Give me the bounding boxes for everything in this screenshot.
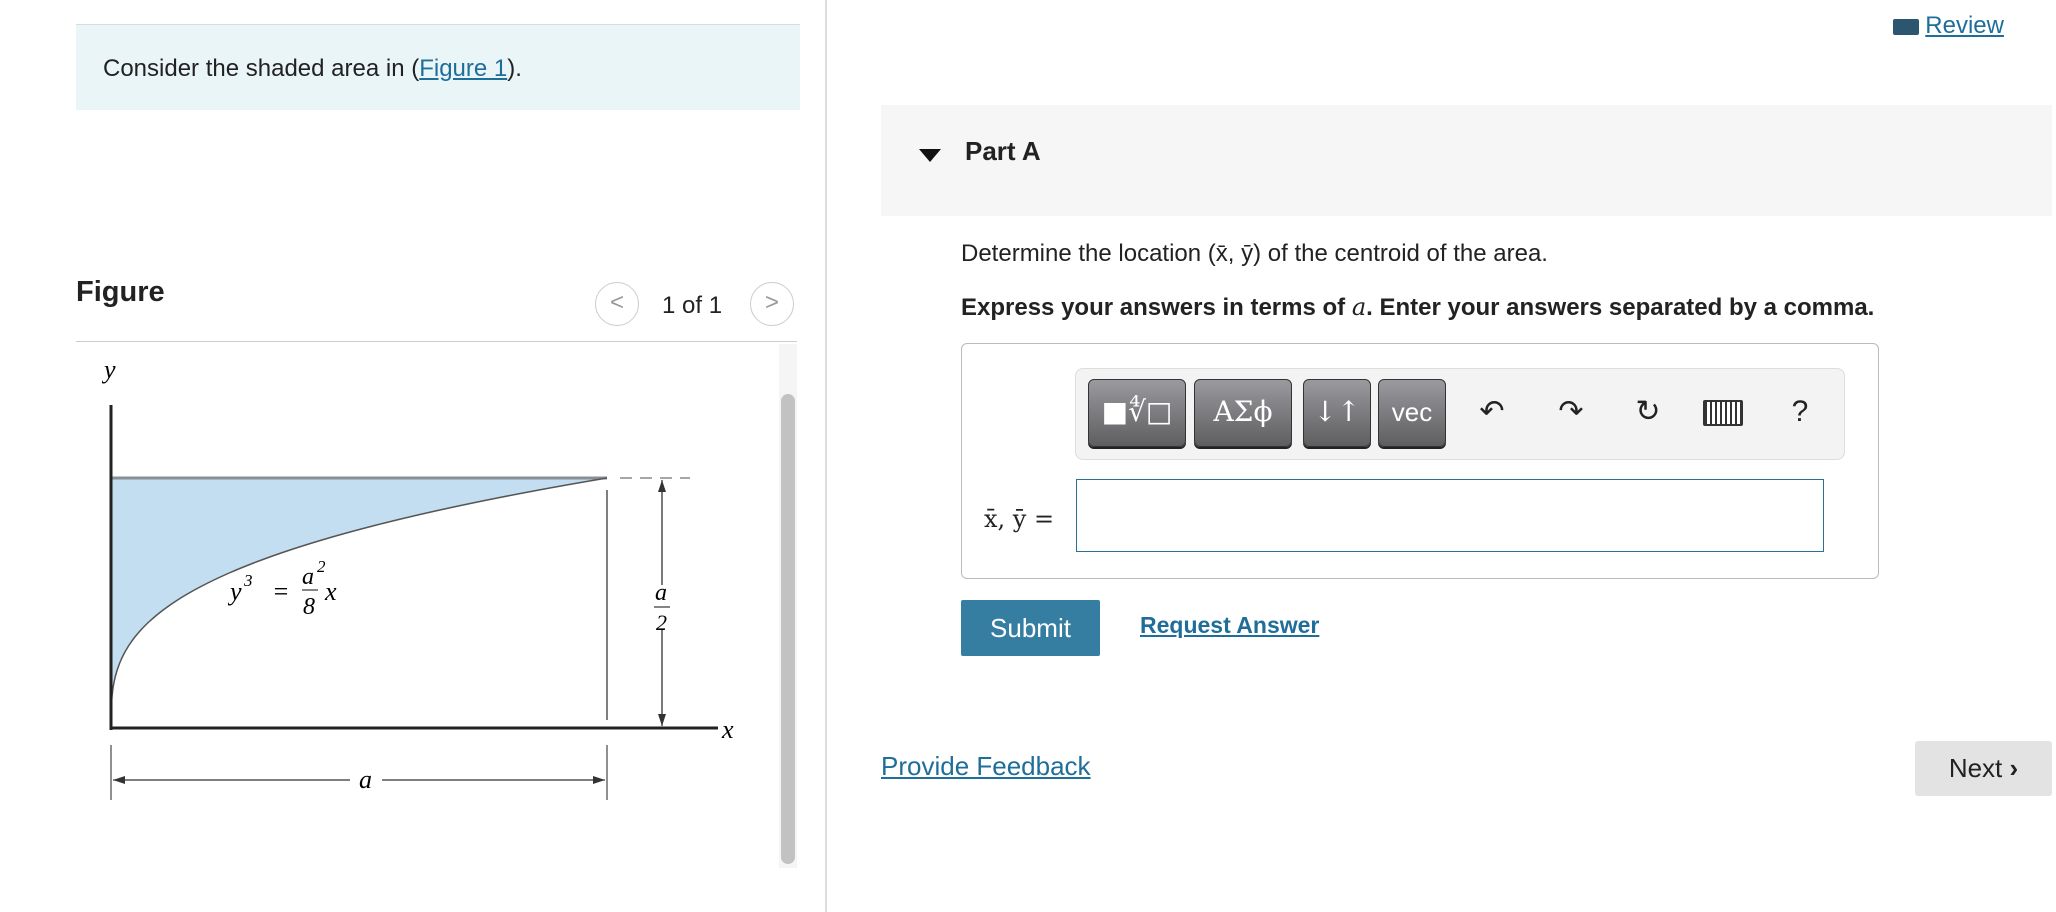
eq-lhs: y [227,577,242,606]
redo-icon[interactable]: ↷ [1550,391,1592,433]
request-answer-link[interactable]: Request Answer [1140,612,1319,639]
width-label: a [359,765,372,794]
question-text: Determine the location (x̄, ȳ) of the ce… [961,240,1548,267]
keyboard-icon[interactable] [1702,391,1744,433]
provide-feedback-link[interactable]: Provide Feedback [881,751,1091,782]
answer-input[interactable] [1076,479,1824,552]
reset-icon[interactable]: ↻ [1627,391,1669,433]
answer-box: ■∜□ AΣϕ ↓↑ vec ↶ ↷ ↻ ? x̄, ȳ = [961,343,1879,579]
chevron-right-icon: › [2009,753,2019,783]
part-label: Part A [965,136,1041,166]
undo-icon[interactable]: ↶ [1471,391,1513,433]
submit-button[interactable]: Submit [961,600,1100,656]
instruction-post: . Enter your answers separated by a comm… [1366,294,1875,321]
answer-label: x̄, ȳ = [984,505,1055,533]
review-label[interactable]: Review [1925,12,2004,39]
height-num: a [655,580,667,606]
next-button[interactable]: Next › [1915,741,2052,796]
collapse-triangle-icon[interactable] [919,149,941,162]
vec-button[interactable]: vec [1378,379,1446,447]
eq-num-exp: 2 [317,557,326,576]
eq-var: x [324,577,337,606]
shaded-area [111,478,607,728]
figure-diagram: y x y 3 = a 2 8 x a 2 a [101,355,734,800]
panel-divider [825,0,827,912]
eq-denominator: 8 [303,594,315,620]
instruction-pre: Express your answers in terms of [961,294,1352,321]
help-button[interactable]: ? [1779,391,1821,433]
figure-scrollbar[interactable] [779,344,797,868]
arrows-button[interactable]: ↓↑ [1303,379,1371,447]
templates-button[interactable]: ■∜□ [1088,379,1186,447]
eq-equals: = [272,577,290,606]
next-label: Next [1948,753,2003,783]
instruction-var: a [1351,293,1367,321]
eq-exp: 3 [243,571,253,590]
eq-numerator: a [302,564,314,590]
scrollbar-thumb[interactable] [781,394,795,864]
part-a-header[interactable]: Part A [881,105,2052,216]
book-icon [1893,18,1920,35]
height-den: 2 [656,610,667,635]
review-link[interactable]: Review [1893,12,2004,40]
y-axis-label: y [101,355,116,384]
x-axis-label: x [721,715,734,744]
greek-button[interactable]: AΣϕ [1194,379,1292,447]
instruction-text: Express your answers in terms of a. Ente… [961,293,1874,322]
math-toolbar: ■∜□ AΣϕ ↓↑ vec ↶ ↷ ↻ ? [1075,368,1845,460]
